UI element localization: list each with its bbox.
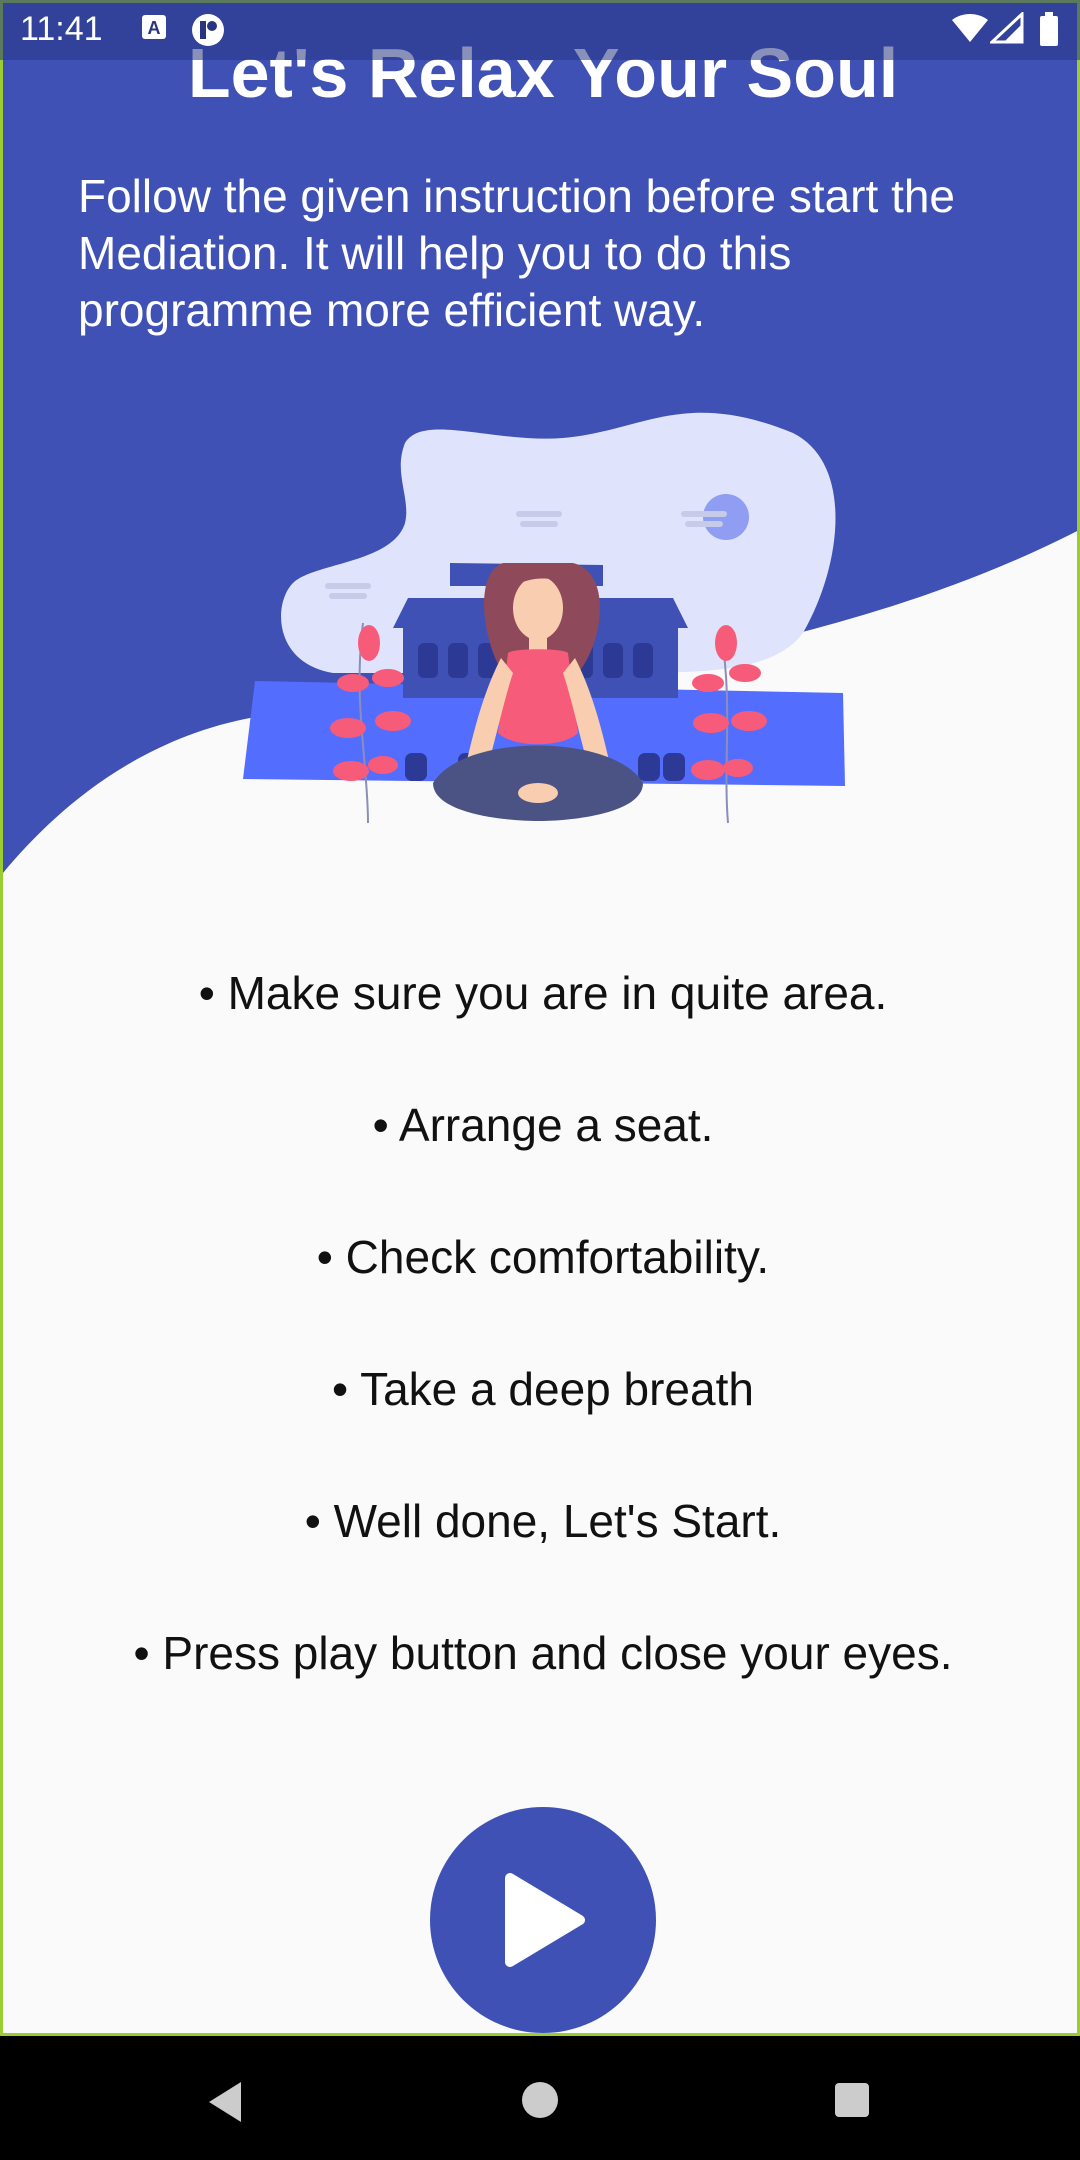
battery-icon bbox=[1040, 12, 1058, 46]
status-bar: 11:41 A bbox=[0, 0, 1080, 60]
instruction-list: • Make sure you are in quite area. • Arr… bbox=[3, 958, 1077, 1750]
instruction-item: • Take a deep breath bbox=[332, 1363, 754, 1415]
home-icon[interactable] bbox=[520, 2080, 560, 2120]
instruction-item: • Well done, Let's Start. bbox=[304, 1495, 782, 1547]
instruction-item: • Make sure you are in quite area. bbox=[198, 967, 888, 1019]
meditation-illustration bbox=[243, 412, 845, 824]
play-button[interactable] bbox=[430, 1807, 656, 2033]
app-screen: Let's Relax Your Soul Follow the given i… bbox=[0, 0, 1080, 2036]
signal-icon bbox=[990, 12, 1024, 44]
svg-text:A: A bbox=[148, 18, 161, 38]
notification-app-icon bbox=[192, 14, 224, 46]
wifi-icon bbox=[952, 14, 988, 42]
play-icon bbox=[505, 1873, 585, 1967]
text-a-icon: A bbox=[142, 15, 166, 39]
recents-icon[interactable] bbox=[833, 2081, 871, 2119]
back-icon[interactable] bbox=[205, 2080, 245, 2124]
instruction-item: • Check comfortability. bbox=[316, 1231, 770, 1283]
instruction-item: • Arrange a seat. bbox=[372, 1099, 714, 1151]
instruction-item: • Press play button and close your eyes. bbox=[133, 1627, 953, 1679]
status-time: 11:41 bbox=[20, 10, 103, 48]
page-subtitle: Follow the given instruction before star… bbox=[78, 170, 956, 336]
